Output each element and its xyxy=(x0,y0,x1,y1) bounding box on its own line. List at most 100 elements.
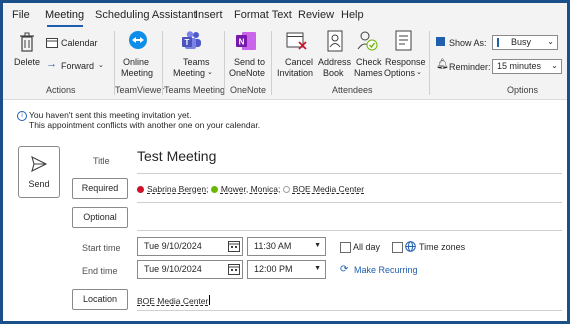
group-separator xyxy=(224,31,225,95)
send-icon xyxy=(31,156,47,172)
show-as-label: Show As: xyxy=(449,38,487,48)
start-time-dropdown[interactable]: 11:30 AM ▼ xyxy=(247,237,326,256)
chevron-down-icon: ⌄ xyxy=(547,37,554,46)
address-book-label-line1: Address xyxy=(318,57,352,67)
title-input[interactable]: Test Meeting xyxy=(137,148,216,164)
tab-file[interactable]: File xyxy=(12,9,30,21)
trash-icon xyxy=(20,32,34,52)
required-button[interactable]: Required xyxy=(72,178,128,199)
address-book-icon xyxy=(327,30,343,52)
group-separator xyxy=(429,31,430,95)
attendee-status-available-icon xyxy=(210,186,218,193)
end-time-value: 12:00 PM xyxy=(254,264,293,274)
bell-icon: 🔔︎ xyxy=(436,59,449,70)
make-recurring-label: Make Recurring xyxy=(354,265,418,275)
online-meeting-label-line2: Meeting xyxy=(121,68,154,78)
start-date-value: Tue 9/10/2024 xyxy=(144,241,202,251)
attendee-name[interactable]: BOE Media Center xyxy=(293,184,364,194)
group-separator xyxy=(271,31,272,95)
group-label-teams-meeting: Teams Meeting xyxy=(164,85,226,95)
optional-button[interactable]: Optional xyxy=(72,207,128,228)
time-zones-checkbox[interactable] xyxy=(392,242,403,253)
caret-down-icon: ▼ xyxy=(314,242,321,249)
tab-scheduling-assistant[interactable]: Scheduling Assistant xyxy=(95,9,197,21)
delete-label: Delete xyxy=(14,57,41,67)
send-button[interactable]: Send xyxy=(18,146,60,198)
reminder-label: Reminder: xyxy=(449,62,491,72)
location-underline xyxy=(137,310,562,311)
group-label-teamviewer: TeamViewer xyxy=(115,85,165,95)
info-bar: i You haven't sent this meeting invitati… xyxy=(17,110,261,130)
required-attendees-field[interactable]: Sabrina Bergen; Mower, Monica; BOE Media… xyxy=(137,184,364,194)
time-zones-label: Time zones xyxy=(419,242,466,252)
calendar-label: Calendar xyxy=(61,38,98,48)
response-options-label-line1: Response xyxy=(385,57,426,67)
text-cursor xyxy=(209,295,211,305)
info-line-not-sent: You haven't sent this meeting invitation… xyxy=(29,110,192,120)
location-button[interactable]: Location xyxy=(72,289,128,310)
title-label: Title xyxy=(93,156,110,166)
busy-indicator-icon xyxy=(497,38,499,47)
show-as-dropdown[interactable]: Busy ⌄ xyxy=(492,35,558,50)
online-meeting-label-line1: Online xyxy=(123,57,150,67)
teamviewer-icon xyxy=(129,31,147,49)
attendee-name[interactable]: Mower, Monica xyxy=(221,184,278,194)
attendee-status-unknown-icon xyxy=(282,186,290,193)
reminder-dropdown[interactable]: 15 minutes ⌄ xyxy=(492,59,562,74)
forward-arrow-icon: → xyxy=(46,58,57,70)
location-value: BOE Media Center xyxy=(137,295,211,306)
tab-meeting[interactable]: Meeting xyxy=(45,9,84,21)
cancel-invitation-icon xyxy=(286,32,307,50)
response-options-icon xyxy=(395,30,412,51)
location-text: BOE Media Center xyxy=(137,296,209,306)
required-underline xyxy=(137,202,562,203)
end-time-dropdown[interactable]: 12:00 PM ▼ xyxy=(247,260,326,279)
show-as-value: Busy xyxy=(511,37,532,47)
chevron-down-icon: ⌄ xyxy=(416,69,422,76)
all-day-checkbox[interactable] xyxy=(340,242,351,253)
group-separator xyxy=(162,31,163,95)
calendar-picker-icon[interactable] xyxy=(228,240,240,252)
group-label-attendees: Attendees xyxy=(332,85,373,95)
menu-bar: File Meeting Scheduling Assistant Insert… xyxy=(3,3,567,27)
chevron-down-icon: ⌄ xyxy=(98,62,104,69)
send-label: Send xyxy=(28,179,50,189)
check-names-label-line2: Names xyxy=(354,68,383,78)
onenote-label-line1: Send to xyxy=(234,57,266,67)
attendee-name[interactable]: Sabrina Bergen xyxy=(147,184,206,194)
ribbon: Delete Calendar → Forward ⌄ Actions Onli… xyxy=(3,27,567,100)
attendee-status-unavailable xyxy=(137,186,144,193)
recurring-icon: ⟳ xyxy=(340,264,349,275)
info-icon: i xyxy=(17,111,27,121)
response-options-label-line2: Options xyxy=(384,68,416,78)
calendar-picker-icon[interactable] xyxy=(228,263,240,275)
tab-insert[interactable]: Insert xyxy=(195,9,223,21)
onenote-label-line2: OneNote xyxy=(229,68,266,78)
show-as-icon xyxy=(436,37,445,46)
start-time-value: 11:30 AM xyxy=(254,241,292,251)
caret-down-icon: ▼ xyxy=(314,265,321,272)
tab-help[interactable]: Help xyxy=(341,9,364,21)
all-day-label: All day xyxy=(353,242,381,252)
group-label-actions: Actions xyxy=(46,85,76,95)
start-time-label: Start time xyxy=(82,243,121,253)
title-underline xyxy=(137,173,562,174)
tab-review[interactable]: Review xyxy=(298,9,334,21)
chevron-down-icon: ⌄ xyxy=(551,61,558,70)
tab-format-text[interactable]: Format Text xyxy=(234,9,292,21)
teams-meeting-label-line2: Meeting xyxy=(173,68,206,78)
svg-text:T: T xyxy=(185,38,190,47)
globe-icon xyxy=(405,241,416,252)
end-date-value: Tue 9/10/2024 xyxy=(144,264,202,274)
cancel-invitation-label-line1: Cancel xyxy=(285,57,314,67)
check-names-icon xyxy=(357,31,378,51)
info-line-conflict: This appointment conflicts with another … xyxy=(29,120,261,130)
optional-underline xyxy=(137,230,562,231)
teams-icon: T xyxy=(182,31,201,49)
reminder-value: 15 minutes xyxy=(497,61,542,71)
chevron-down-icon: ⌄ xyxy=(207,69,213,76)
forward-label: Forward xyxy=(61,61,95,71)
teams-meeting-label-line1: Teams xyxy=(183,57,210,67)
check-names-label-line1: Check xyxy=(356,57,382,67)
svg-text:N: N xyxy=(239,38,245,47)
